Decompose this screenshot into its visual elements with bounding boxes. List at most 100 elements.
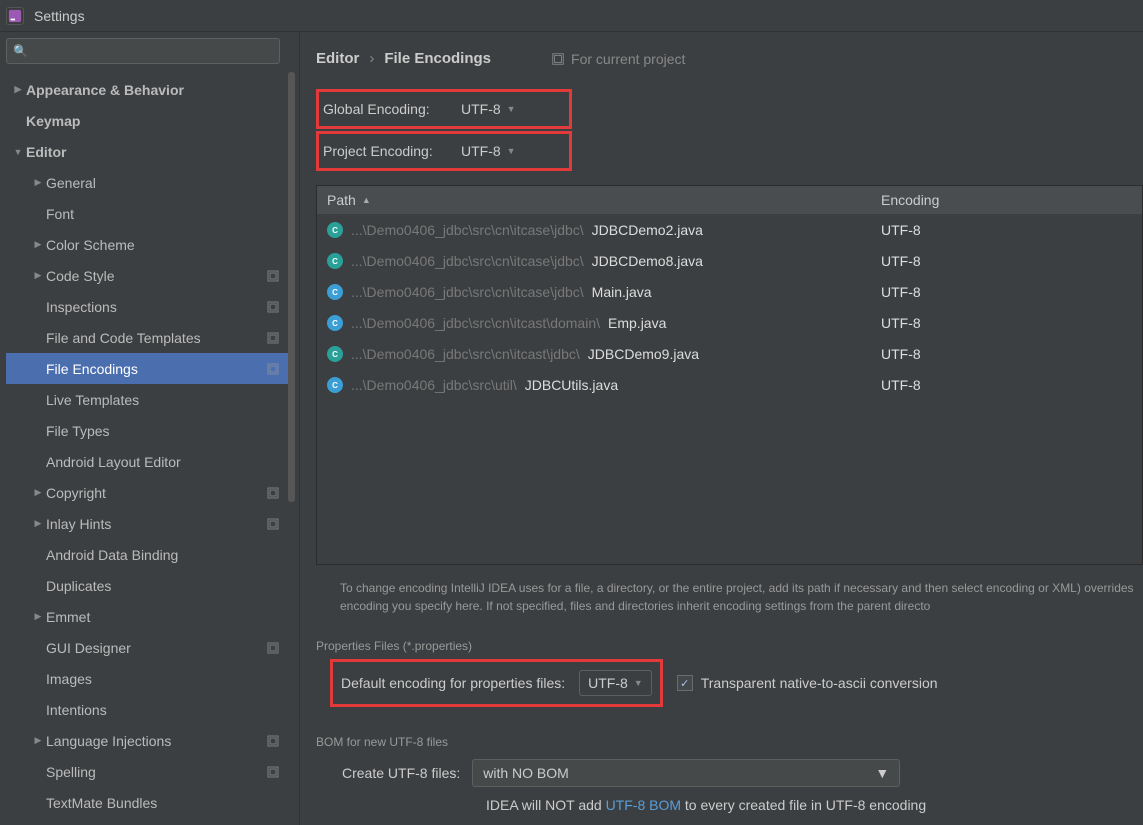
properties-row: Default encoding for properties files: U… [330, 659, 663, 707]
tree-label: Code Style [46, 268, 267, 284]
bom-label: Create UTF-8 files: [342, 765, 460, 781]
tree-item-live-templates[interactable]: Live Templates [6, 384, 291, 415]
tree-item-font[interactable]: Font [6, 198, 291, 229]
properties-label: Default encoding for properties files: [341, 675, 565, 691]
java-class-icon: C [327, 253, 343, 269]
chevron-down-icon[interactable] [10, 147, 26, 157]
table-header: Path ▲ Encoding [317, 186, 1142, 214]
tree-label: Emmet [46, 609, 287, 625]
chevron-right-icon[interactable] [30, 270, 46, 281]
project-encoding-combo[interactable]: UTF-8 ▼ [453, 138, 524, 164]
breadcrumb: Editor › File Encodings For current proj… [316, 50, 1143, 67]
chevron-right-icon[interactable] [30, 518, 46, 529]
tree-item-android-layout-editor[interactable]: Android Layout Editor [6, 446, 291, 477]
svg-text:C: C [332, 381, 338, 390]
svg-text:C: C [332, 319, 338, 328]
global-encoding-combo[interactable]: UTF-8 ▼ [453, 96, 524, 122]
checkbox-checked-icon: ✓ [677, 675, 693, 691]
chevron-right-icon[interactable] [30, 735, 46, 746]
tree-item-code-style[interactable]: Code Style [6, 260, 291, 291]
cell-path: C...\Demo0406_jdbc\src\cn\itcast\jdbc\JD… [317, 346, 871, 362]
breadcrumb-leaf: File Encodings [384, 50, 491, 67]
cell-encoding[interactable]: UTF-8 [871, 284, 931, 300]
properties-encoding-combo[interactable]: UTF-8 ▼ [579, 670, 652, 696]
tree-item-file-and-code-templates[interactable]: File and Code Templates [6, 322, 291, 353]
tree-label: Font [46, 206, 287, 222]
col-encoding[interactable]: Encoding [871, 192, 949, 208]
tree-label: Live Templates [46, 392, 287, 408]
tree-item-appearance-behavior[interactable]: Appearance & Behavior [6, 74, 291, 105]
cell-encoding[interactable]: UTF-8 [871, 253, 931, 269]
tree-label: GUI Designer [46, 640, 267, 656]
table-row[interactable]: C...\Demo0406_jdbc\src\util\JDBCUtils.ja… [317, 369, 1142, 400]
tree-item-keymap[interactable]: Keymap [6, 105, 291, 136]
table-row[interactable]: C...\Demo0406_jdbc\src\cn\itcast\domain\… [317, 307, 1142, 338]
tree-item-duplicates[interactable]: Duplicates [6, 570, 291, 601]
tree-item-intentions[interactable]: Intentions [6, 694, 291, 725]
bom-combo[interactable]: with NO BOM ▼ [472, 759, 900, 787]
cell-path: C...\Demo0406_jdbc\src\cn\itcase\jdbc\JD… [317, 222, 871, 238]
sidebar: 🔍 Appearance & Behavior Keymap EditorGener… [0, 32, 300, 825]
svg-text:C: C [332, 350, 338, 359]
project-scope-icon [267, 270, 279, 282]
java-class-icon: C [327, 222, 343, 238]
project-scope-icon [267, 363, 279, 375]
tree-item-gui-designer[interactable]: GUI Designer [6, 632, 291, 663]
utf8-bom-link[interactable]: UTF-8 BOM [606, 797, 681, 813]
svg-text:C: C [332, 257, 338, 266]
chevron-right-icon[interactable] [10, 84, 26, 95]
table-row[interactable]: C...\Demo0406_jdbc\src\cn\itcast\jdbc\JD… [317, 338, 1142, 369]
chevron-right-icon[interactable] [30, 611, 46, 622]
cell-encoding[interactable]: UTF-8 [871, 377, 931, 393]
search-input[interactable]: 🔍 [6, 38, 280, 64]
breadcrumb-sep: › [369, 50, 374, 67]
tree-item-general[interactable]: General [6, 167, 291, 198]
chevron-right-icon[interactable] [30, 177, 46, 188]
app-icon [6, 7, 24, 25]
java-class-icon: C [327, 346, 343, 362]
tree-item-textmate-bundles[interactable]: TextMate Bundles [6, 787, 291, 818]
tree-item-editor[interactable]: Editor [6, 136, 291, 167]
chevron-right-icon[interactable] [30, 487, 46, 498]
project-scope-icon [267, 332, 279, 344]
cell-encoding[interactable]: UTF-8 [871, 222, 931, 238]
bom-section-title: BOM for new UTF-8 files [316, 735, 1143, 749]
cell-encoding[interactable]: UTF-8 [871, 346, 931, 362]
bom-row: Create UTF-8 files: with NO BOM ▼ [342, 759, 1143, 787]
tree-item-copyright[interactable]: Copyright [6, 477, 291, 508]
tree-item-color-scheme[interactable]: Color Scheme [6, 229, 291, 260]
chevron-down-icon: ▼ [634, 678, 643, 688]
table-row[interactable]: C...\Demo0406_jdbc\src\cn\itcase\jdbc\JD… [317, 245, 1142, 276]
tree-item-language-injections[interactable]: Language Injections [6, 725, 291, 756]
tree-item-emmet[interactable]: Emmet [6, 601, 291, 632]
for-current-project: For current project [551, 51, 685, 67]
scrollbar[interactable] [288, 72, 295, 502]
tree-item-spelling[interactable]: Spelling [6, 756, 291, 787]
global-encoding-label: Global Encoding: [323, 101, 453, 117]
tree-label: TextMate Bundles [46, 795, 287, 811]
tree-label: Color Scheme [46, 237, 287, 253]
tree-label: File Types [46, 423, 287, 439]
tree-label: Copyright [46, 485, 267, 501]
project-scope-icon [267, 735, 279, 747]
chevron-right-icon[interactable] [30, 239, 46, 250]
cell-encoding[interactable]: UTF-8 [871, 315, 931, 331]
chevron-down-icon: ▼ [507, 104, 516, 114]
help-text: To change encoding IntelliJ IDEA uses fo… [340, 579, 1143, 615]
tree-label: File Encodings [46, 361, 267, 377]
transparent-ascii-checkbox[interactable]: ✓ Transparent native-to-ascii conversion [677, 675, 938, 691]
breadcrumb-root: Editor [316, 50, 359, 67]
table-row[interactable]: C...\Demo0406_jdbc\src\cn\itcase\jdbc\JD… [317, 214, 1142, 245]
tree-item-android-data-binding[interactable]: Android Data Binding [6, 539, 291, 570]
tree-item-file-types[interactable]: File Types [6, 415, 291, 446]
table-row[interactable]: C...\Demo0406_jdbc\src\cn\itcase\jdbc\Ma… [317, 276, 1142, 307]
tree-item-images[interactable]: Images [6, 663, 291, 694]
tree-item-inlay-hints[interactable]: Inlay Hints [6, 508, 291, 539]
cell-path: C...\Demo0406_jdbc\src\cn\itcast\domain\… [317, 315, 871, 331]
tree-item-inspections[interactable]: Inspections [6, 291, 291, 322]
java-class-icon: C [327, 377, 343, 393]
cell-path: C...\Demo0406_jdbc\src\cn\itcase\jdbc\Ma… [317, 284, 871, 300]
tree-label: Keymap [26, 113, 287, 129]
tree-item-file-encodings[interactable]: File Encodings [6, 353, 291, 384]
col-path[interactable]: Path ▲ [317, 192, 871, 208]
